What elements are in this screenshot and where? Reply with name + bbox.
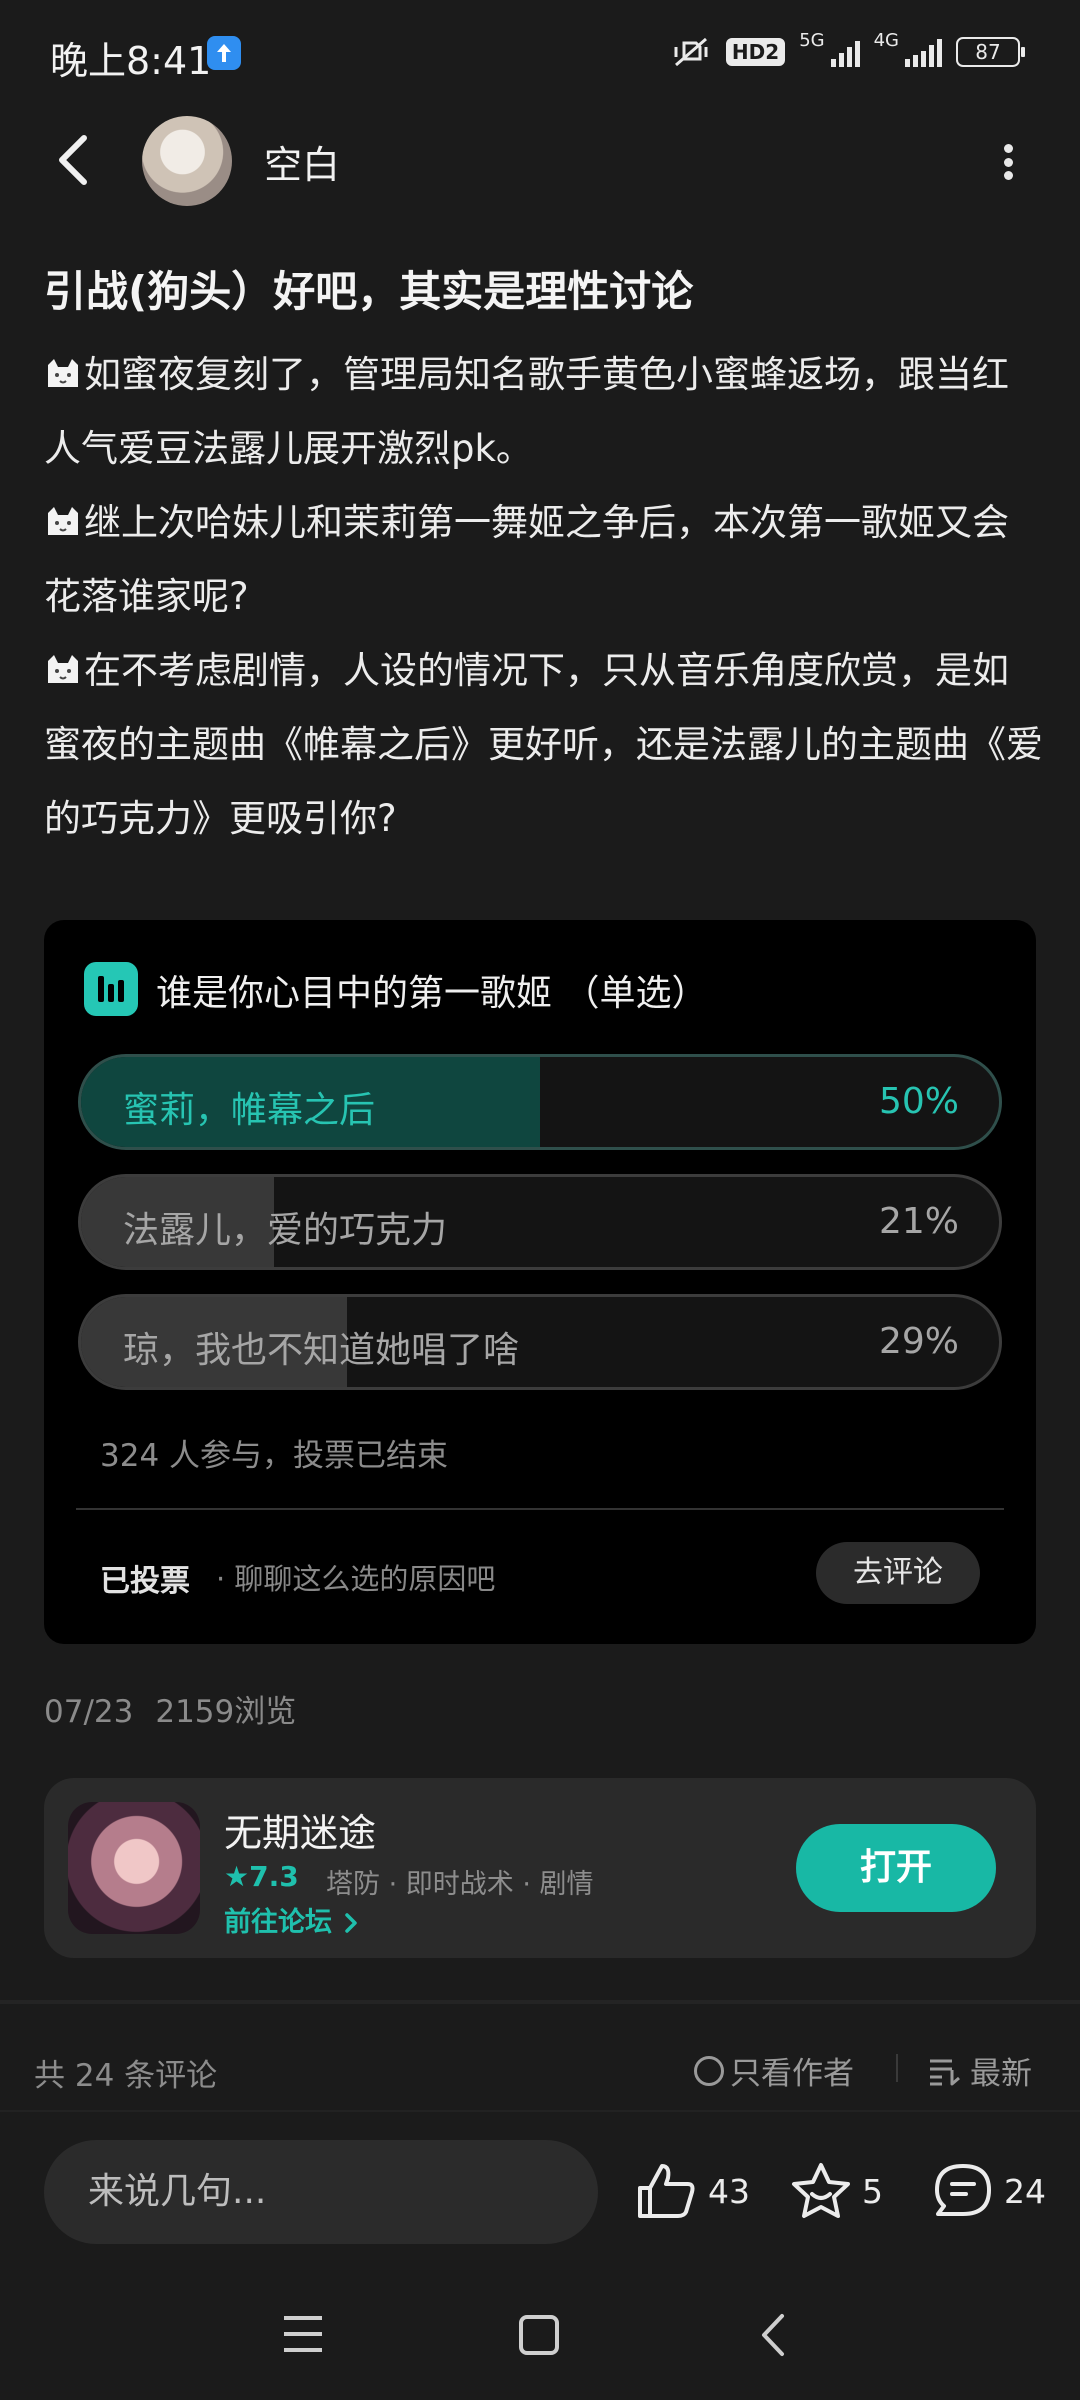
post-paragraph: 继上次哈妹儿和茉莉第一舞姬之争后，本次第一歌姬又会花落谁家呢? [44, 486, 1044, 634]
status-icons: HD2 5G 4G 87 [670, 30, 1025, 74]
thumbs-up-icon [638, 2164, 695, 2218]
post-paragraph: 在不考虑剧情，人设的情况下，只从音乐角度欣赏，是如蜜夜的主题曲《帷幕之后》更好听… [44, 634, 1044, 856]
status-time: 晚上8:41 [50, 39, 212, 83]
poll-option-label: 蜜莉，帷幕之后 [123, 1090, 376, 1131]
cat-emoji-icon [48, 507, 78, 535]
go-comment-button[interactable]: 去评论 [816, 1542, 980, 1604]
section-divider [0, 2000, 1080, 2004]
signal-icon [830, 37, 860, 67]
author-avatar[interactable] [142, 116, 232, 206]
poll-card: 谁是你心目中的第一歌姬 （单选） 蜜莉，帷幕之后 50% 法露儿，爱的巧克力 2… [44, 920, 1036, 1644]
back-button[interactable] [48, 128, 98, 192]
post-paragraph-text: 如蜜夜复刻了，管理局知名歌手黄色小蜜蜂返场，跟当红人气爱豆法露儿展开激烈pk。 [44, 353, 1009, 470]
comment-button[interactable]: 24 [932, 2162, 1046, 2220]
mute-vibrate-icon [674, 37, 708, 67]
poll-option-2[interactable]: 法露儿，爱的巧克力 21% [78, 1174, 1002, 1270]
battery-level: 87 [975, 40, 1001, 64]
only-author-label: 只看作者 [730, 2056, 854, 2092]
voted-hint: · 聊聊这么选的原因吧 [216, 1562, 496, 1596]
only-author-toggle[interactable]: 只看作者 [694, 2048, 854, 2093]
favorite-count: 5 [862, 2171, 883, 2211]
favorite-button[interactable]: 5 [790, 2162, 883, 2220]
poll-option-label: 琼，我也不知道她唱了啥 [123, 1330, 520, 1371]
sort-latest-label: 最新 [970, 2056, 1032, 2092]
poll-option-label: 法露儿，爱的巧克力 [123, 1210, 448, 1251]
hd-badge: HD2 [725, 38, 786, 66]
game-rating: ★7.3 [224, 1860, 299, 1893]
game-forum-label: 前往论坛 [224, 1907, 332, 1938]
system-nav-bar [0, 2270, 1080, 2400]
like-count: 43 [708, 2171, 750, 2211]
poll-option-percent: 29% [878, 1321, 959, 1362]
poll-title: 谁是你心目中的第一歌姬 （单选） [156, 973, 708, 1014]
chevron-left-icon [59, 135, 87, 185]
home-icon[interactable] [518, 2314, 560, 2356]
status-bar: 晚上8:41 HD2 5G 4G 87 [0, 0, 1080, 110]
game-card[interactable]: 无期迷途 ★7.3 塔防 · 即时战术 · 剧情 前往论坛 打开 [44, 1778, 1036, 1958]
post-paragraph: 如蜜夜复刻了，管理局知名歌手黄色小蜜蜂返场，跟当红人气爱豆法露儿展开激烈pk。 [44, 338, 1044, 486]
like-button[interactable]: 43 [636, 2162, 750, 2220]
comment-count: 共 24 条评论 [34, 2058, 218, 2094]
poll-option-percent: 21% [878, 1201, 959, 1242]
post-date: 07/23 [44, 1694, 134, 1730]
signal-icon [905, 37, 942, 67]
star-icon: ★ [224, 1860, 250, 1893]
comment-count-badge: 24 [1004, 2171, 1046, 2211]
cat-emoji-icon [48, 655, 78, 683]
poll-option-1[interactable]: 蜜莉，帷幕之后 50% [78, 1054, 1002, 1150]
star-outline-icon [792, 2163, 850, 2218]
post-title: 引战(狗头）好吧，其实是理性讨论 [44, 267, 694, 316]
game-tags: 塔防 · 即时战术 · 剧情 [326, 1869, 594, 1900]
network-type-1: 5G [799, 30, 825, 51]
more-dot-icon [1003, 144, 1013, 153]
radio-circle-icon [694, 2055, 724, 2086]
divider [896, 2054, 898, 2082]
bottom-action-bar: 来说几句... 43 5 24 [0, 2110, 1080, 2270]
poll-participation: 324 人参与，投票已结束 [100, 1438, 449, 1474]
game-name[interactable]: 无期迷途 [224, 1802, 376, 1857]
menu-icon[interactable] [282, 2314, 324, 2354]
cat-emoji-icon [48, 359, 78, 387]
divider [76, 1508, 1004, 1510]
post-paragraph-text: 继上次哈妹儿和茉莉第一舞姬之争后，本次第一歌姬又会花落谁家呢? [44, 501, 1009, 618]
author-name[interactable]: 空白 [264, 134, 340, 189]
poll-option-percent: 50% [878, 1081, 959, 1122]
network-type-2: 4G [873, 30, 899, 51]
sort-icon [930, 2059, 960, 2085]
game-icon[interactable] [68, 1802, 200, 1934]
comment-input[interactable]: 来说几句... [44, 2140, 598, 2244]
poll-option-3[interactable]: 琼，我也不知道她唱了啥 29% [78, 1294, 1002, 1390]
more-dot-icon [1003, 171, 1013, 180]
game-rating-value: 7.3 [249, 1860, 299, 1893]
post-meta: 07/23 2159浏览 [44, 1686, 296, 1731]
chat-bubble-icon [935, 2164, 991, 2216]
voted-label: 已投票 [100, 1564, 190, 1599]
poll-chart-icon [84, 962, 138, 1016]
battery-icon: 87 [956, 37, 1025, 67]
back-nav-icon[interactable] [756, 2312, 790, 2358]
more-options-button[interactable] [990, 144, 1026, 180]
upload-arrow-icon [207, 36, 241, 70]
post-paragraph-text: 在不考虑剧情，人设的情况下，只从音乐角度欣赏，是如蜜夜的主题曲《帷幕之后》更好听… [44, 649, 1043, 840]
post-views: 2159浏览 [155, 1694, 297, 1730]
chevron-right-icon [345, 1913, 358, 1933]
post-body: 如蜜夜复刻了，管理局知名歌手黄色小蜜蜂返场，跟当红人气爱豆法露儿展开激烈pk。 … [44, 338, 1044, 856]
sort-latest-button[interactable]: 最新 [928, 2048, 1032, 2093]
more-dot-icon [1003, 157, 1013, 167]
game-forum-link[interactable]: 前往论坛 [224, 1900, 361, 1939]
open-game-button[interactable]: 打开 [796, 1824, 996, 1912]
